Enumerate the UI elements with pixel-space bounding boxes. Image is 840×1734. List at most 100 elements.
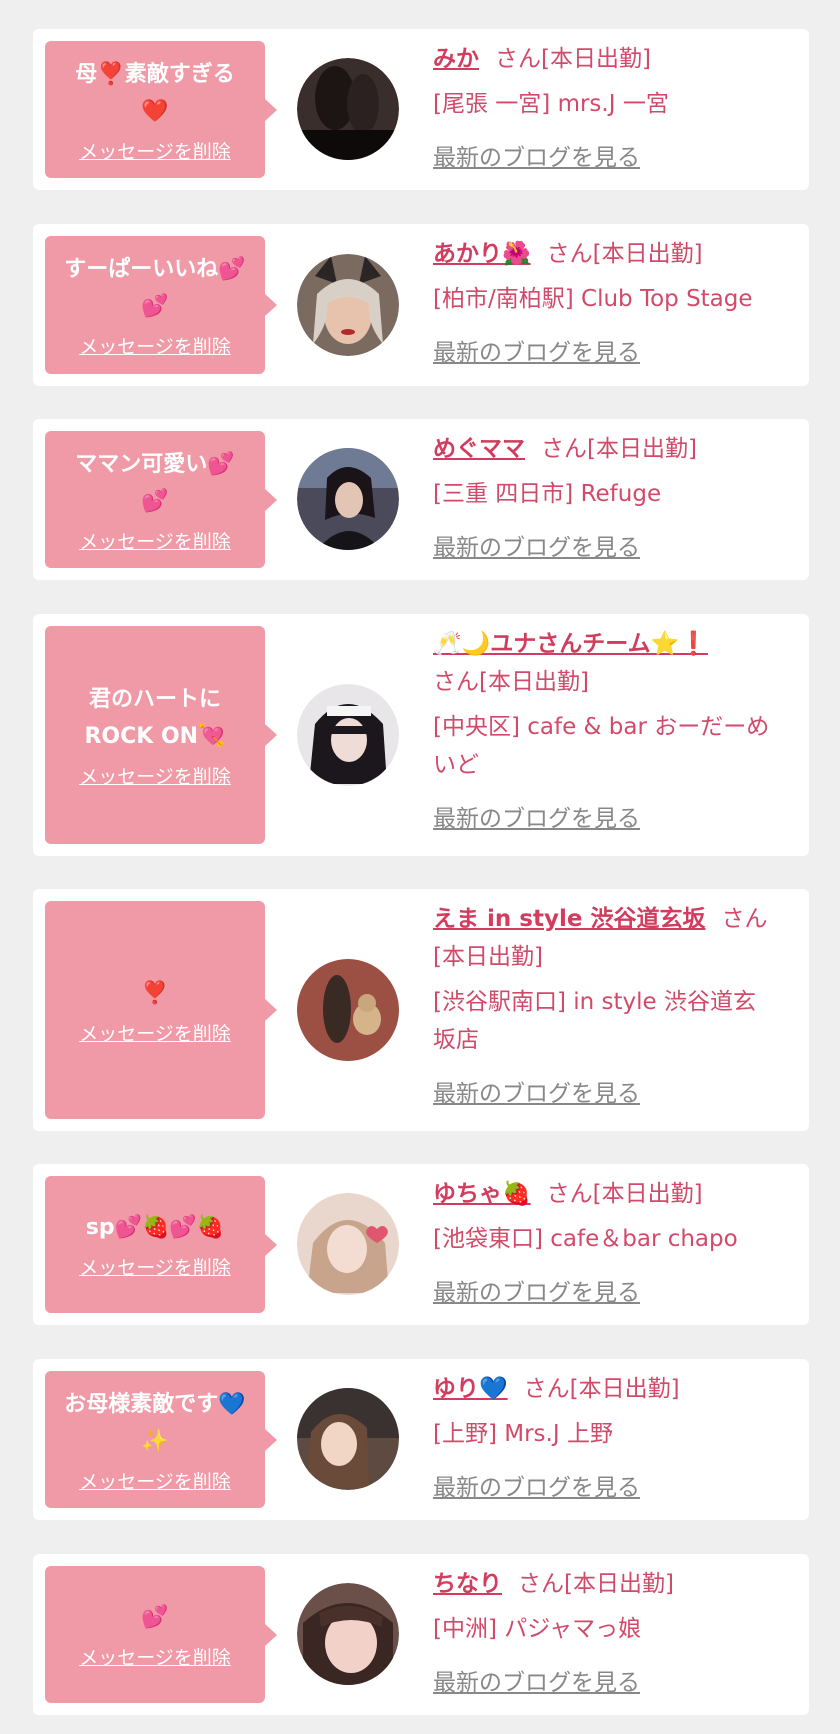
message-line: ママン可愛い💕 (75, 451, 235, 477)
cast-info: えま in style 渋谷道玄坂 さん[本日出勤] [渋谷駅南口] in sty… (433, 900, 795, 1113)
cast-info: ちなり さん[本日出勤] [中洲] パジャマっ娘 最新のブログを見る (433, 1565, 795, 1702)
message-line: お母様素敵です💙 (64, 1391, 246, 1417)
avatar[interactable] (297, 959, 399, 1061)
message-card: ママン可愛い💕 💕 メッセージを削除 めぐママ さん[本日出勤] [三重 四日市]… (33, 419, 809, 580)
avatar-photo (297, 1583, 399, 1685)
delete-message-link[interactable]: メッセージを削除 (79, 1646, 231, 1670)
shop-text: [池袋東口] cafe＆bar chapo (433, 1220, 795, 1258)
shop-line: [池袋東口] cafe＆bar chapo (433, 1226, 738, 1252)
avatar[interactable] (297, 1583, 399, 1685)
shop-text: [尾張 一宮] mrs.J 一宮 (433, 85, 795, 123)
latest-blog-link[interactable]: 最新のブログを見る (433, 800, 795, 838)
shop-line: [三重 四日市] Refuge (433, 481, 662, 507)
status-text: さん[本日出勤] (433, 669, 589, 695)
avatar[interactable] (297, 58, 399, 160)
shop-line: [上野] Mrs.J 上野 (433, 1421, 613, 1447)
avatar-photo (297, 448, 399, 550)
cast-name-link[interactable]: みか (433, 46, 479, 72)
delete-message-link[interactable]: メッセージを削除 (79, 1022, 231, 1046)
message-line: 君のハートに (88, 687, 221, 712)
shop-text: [上野] Mrs.J 上野 (433, 1415, 795, 1453)
message-line: ✨ (141, 1428, 169, 1454)
message-line: ❤️ (141, 98, 169, 124)
shop-text: [中洲] パジャマっ娘 (433, 1610, 795, 1648)
latest-blog-link[interactable]: 最新のブログを見る (433, 1274, 795, 1312)
cast-name-link[interactable]: ちなり (433, 1571, 502, 1597)
message-card: ❣️ メッセージを削除 えま in style 渋谷道玄坂 さん[本日出勤] [渋… (33, 889, 809, 1131)
message-text: すーぱーいいね💕 💕 (64, 251, 245, 325)
avatar[interactable] (297, 684, 399, 786)
avatar-photo (297, 684, 399, 786)
latest-blog-link[interactable]: 最新のブログを見る (433, 139, 795, 177)
latest-blog-link[interactable]: 最新のブログを見る (433, 334, 795, 372)
delete-message-link[interactable]: メッセージを削除 (79, 140, 231, 164)
status-text: さん[本日出勤] (541, 436, 697, 462)
avatar[interactable] (297, 254, 399, 356)
cast-info: あかり🌺 さん[本日出勤] [柏市/南柏駅] Club Top Stage 最新の… (433, 235, 795, 372)
avatar[interactable] (297, 1388, 399, 1490)
cast-name-link[interactable]: 🥂🌙ユナさんチーム⭐️❗️ (433, 631, 708, 657)
message-card: sp💕🍓💕🍓 メッセージを削除 ゆちゃ🍓 さん[本日出勤] [池袋東口] cafe… (33, 1164, 809, 1325)
delete-message-link[interactable]: メッセージを削除 (79, 335, 231, 359)
cast-name-link[interactable]: ゆちゃ🍓 (433, 1181, 531, 1207)
message-bubble: お母様素敵です💙 ✨ メッセージを削除 (45, 1371, 277, 1508)
shop-text: [中央区] cafe & bar おーだーめ いど (433, 708, 795, 784)
message-line: 💕 (141, 488, 169, 514)
shop-line: [中洲] パジャマっ娘 (433, 1616, 642, 1642)
cast-name-link[interactable]: えま in style 渋谷道玄坂 (433, 906, 705, 932)
message-card: すーぱーいいね💕 💕 メッセージを削除 あかり🌺 さん[本日出勤] [柏市/南柏駅… (33, 224, 809, 386)
delete-message-link[interactable]: メッセージを削除 (79, 1470, 231, 1494)
message-line: sp💕🍓💕🍓 (85, 1215, 225, 1240)
message-line: 💕 (141, 1605, 169, 1630)
message-card: 母❣️素敵すぎる ❤️ メッセージを削除 みか さん[本日出勤] [尾張 一宮] … (33, 29, 809, 190)
cast-name-link[interactable]: あかり🌺 (433, 241, 531, 267)
message-bubble: 母❣️素敵すぎる ❤️ メッセージを削除 (45, 41, 277, 178)
message-card: お母様素敵です💙 ✨ メッセージを削除 ゆり💙 さん[本日出勤] [上野] Mrs… (33, 1359, 809, 1520)
shop-line: [尾張 一宮] mrs.J 一宮 (433, 91, 669, 117)
cast-name-link[interactable]: めぐママ (433, 436, 525, 462)
message-line: ROCK ON💘 (84, 724, 226, 749)
avatar[interactable] (297, 448, 399, 550)
latest-blog-link[interactable]: 最新のブログを見る (433, 529, 795, 567)
message-text: ❣️ (141, 975, 168, 1012)
avatar[interactable] (297, 1193, 399, 1295)
message-bubble: 君のハートに ROCK ON💘 メッセージを削除 (45, 626, 277, 844)
message-bubble: sp💕🍓💕🍓 メッセージを削除 (45, 1176, 277, 1313)
cast-info: 🥂🌙ユナさんチーム⭐️❗️ さん[本日出勤] [中央区] cafe & bar お… (433, 625, 795, 838)
delete-message-link[interactable]: メッセージを削除 (79, 530, 231, 554)
status-text: さん[本日出勤] (546, 1181, 703, 1207)
status-text: さん[本日出勤] (523, 1376, 680, 1402)
latest-blog-link[interactable]: 最新のブログを見る (433, 1664, 795, 1702)
message-line: 母❣️素敵すぎる (75, 61, 235, 87)
latest-blog-link[interactable]: 最新のブログを見る (433, 1075, 795, 1113)
cast-name-link[interactable]: ゆり💙 (433, 1376, 508, 1402)
shop-text: [三重 四日市] Refuge (433, 475, 795, 513)
message-bubble: すーぱーいいね💕 💕 メッセージを削除 (45, 236, 277, 374)
cast-info: みか さん[本日出勤] [尾張 一宮] mrs.J 一宮 最新のブログを見る (433, 40, 795, 177)
delete-message-link[interactable]: メッセージを削除 (79, 1256, 231, 1280)
message-text: ママン可愛い💕 💕 (75, 446, 234, 520)
shop-line: [中央区] cafe & bar おーだーめ (433, 714, 770, 740)
avatar-photo (297, 1193, 399, 1295)
shop-line: いど (433, 752, 479, 778)
avatar-photo (297, 254, 399, 356)
status-text: さん[本日出勤] (495, 46, 651, 72)
shop-line: [柏市/南柏駅] Club Top Stage (433, 286, 753, 312)
message-card: 💕 メッセージを削除 ちなり さん[本日出勤] [中洲] パジャマっ娘 最新のブロ… (33, 1554, 809, 1715)
shop-text: [渋谷駅南口] in style 渋谷道玄 坂店 (433, 983, 795, 1059)
latest-blog-link[interactable]: 最新のブログを見る (433, 1469, 795, 1507)
message-card: 君のハートに ROCK ON💘 メッセージを削除 🥂🌙ユナさんチーム⭐️❗️ さん… (33, 614, 809, 856)
message-line: 💕 (141, 294, 169, 319)
cast-info: ゆり💙 さん[本日出勤] [上野] Mrs.J 上野 最新のブログを見る (433, 1370, 795, 1507)
shop-line: [渋谷駅南口] in style 渋谷道玄 (433, 989, 756, 1015)
cast-info: めぐママ さん[本日出勤] [三重 四日市] Refuge 最新のブログを見る (433, 430, 795, 567)
shop-line: 坂店 (433, 1027, 479, 1053)
delete-message-link[interactable]: メッセージを削除 (79, 765, 231, 789)
status-text: さん[本日出勤] (518, 1571, 674, 1597)
message-text: 母❣️素敵すぎる ❤️ (75, 56, 234, 130)
message-text: sp💕🍓💕🍓 (86, 1209, 224, 1246)
message-text: 💕 (141, 1599, 168, 1636)
message-bubble: 💕 メッセージを削除 (45, 1566, 277, 1703)
message-text: お母様素敵です💙 ✨ (64, 1386, 245, 1460)
message-text: 君のハートに ROCK ON💘 (84, 681, 225, 755)
